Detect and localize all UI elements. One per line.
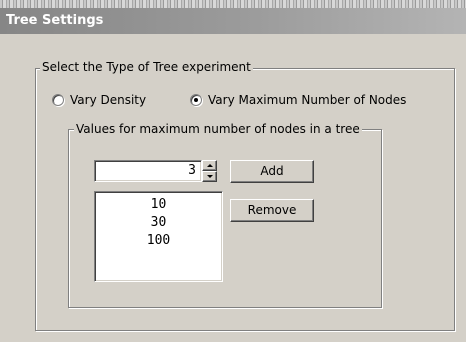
vary-density-radio[interactable] [52,94,64,106]
remove-button[interactable]: Remove [230,199,314,222]
add-button[interactable]: Add [230,160,314,183]
arrow-up-icon [206,164,213,167]
node-values-list[interactable]: 10 30 100 [94,191,223,282]
list-item[interactable]: 10 [95,196,222,214]
max-nodes-input[interactable]: 3 [94,160,202,182]
vary-density-label[interactable]: Vary Density [70,93,146,107]
list-item[interactable]: 100 [95,232,222,250]
vary-max-nodes-label[interactable]: Vary Maximum Number of Nodes [208,93,406,107]
radio-selected-dot [194,98,198,102]
spin-down-button[interactable] [202,171,217,182]
spin-up-button[interactable] [202,160,217,171]
arrow-down-icon [206,175,213,178]
window-title: Tree Settings [0,8,466,34]
vary-max-nodes-radio[interactable] [190,94,202,106]
list-item[interactable]: 30 [95,214,222,232]
background-window-edge [0,0,466,8]
experiment-type-legend: Select the Type of Tree experiment [40,60,253,74]
node-values-legend: Values for maximum number of nodes in a … [74,122,362,136]
